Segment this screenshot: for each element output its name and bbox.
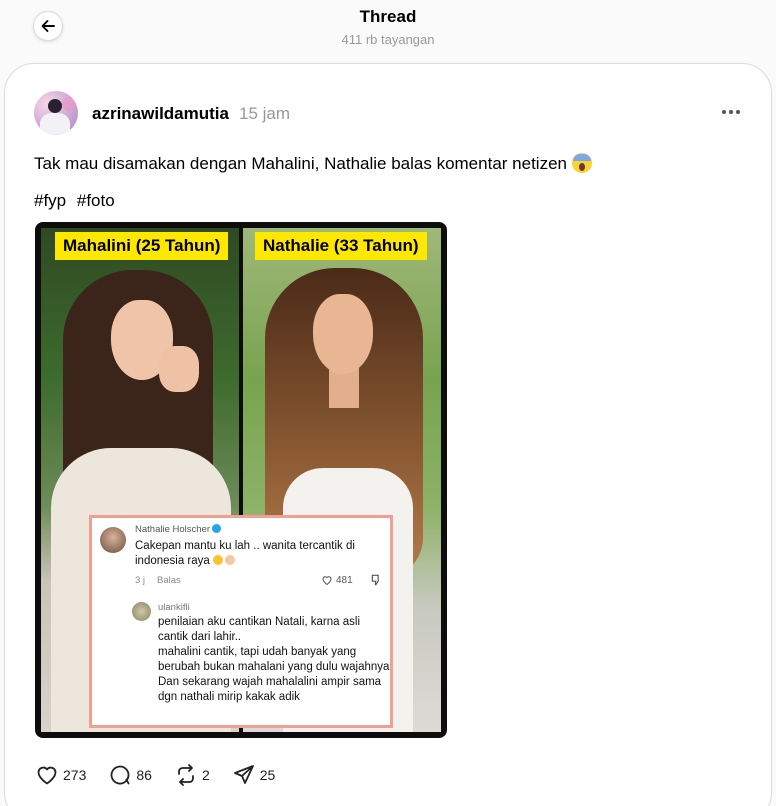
repost-button[interactable]: 2	[174, 763, 210, 787]
label-mahalini: Mahalini (25 Tahun)	[55, 232, 229, 260]
comment-button[interactable]: 86	[108, 763, 152, 787]
action-bar: 273 86 2 25	[35, 762, 297, 788]
heart-eyes-emoji-icon	[213, 555, 224, 565]
heart-outline-icon	[322, 576, 332, 586]
comment-screenshot: Nathalie Holscher Cakepan mantu ku lah .…	[89, 515, 393, 728]
share-button[interactable]: 25	[232, 763, 276, 787]
heart-icon	[37, 766, 57, 785]
share-count: 25	[259, 767, 276, 783]
top-bar: Thread 411 rb tayangan	[0, 0, 776, 60]
comment-likes: 481	[321, 574, 353, 586]
post-image[interactable]: Mahalini (25 Tahun) Nathalie (33 Tahun) …	[35, 222, 447, 738]
hashtags: #fyp #foto	[34, 191, 121, 211]
view-count: 411 rb tayangan	[341, 32, 435, 47]
repost-icon	[178, 764, 194, 786]
comment-text: Cakepan mantu ku lah .. wanita tercantik…	[135, 540, 355, 567]
send-icon	[233, 765, 254, 784]
reply-text: penilaian aku cantikan Natali, karna asl…	[158, 616, 390, 703]
caption-text: Tak mau disamakan dengan Mahalini, Natha…	[34, 154, 567, 173]
page-title: Thread	[359, 7, 417, 26]
commenter-name: Nathalie Holscher	[135, 524, 221, 535]
post-time: 15 jam	[239, 104, 291, 123]
dislike-icon	[371, 574, 379, 586]
avatar[interactable]	[34, 91, 78, 135]
comment-count: 86	[136, 767, 152, 783]
like-count: 273	[63, 767, 87, 783]
reply-name: ulankifli	[158, 602, 190, 613]
commenter-avatar	[100, 527, 126, 553]
post-caption: Tak mau disamakan dengan Mahalini, Natha…	[34, 153, 592, 174]
screaming-face-emoji-icon	[571, 153, 592, 173]
like-button[interactable]: 273	[35, 763, 86, 787]
post-card: azrinawildamutia 15 jam Tak mau disamaka…	[4, 63, 772, 806]
hashtag-foto[interactable]: #foto	[77, 191, 115, 210]
comment-meta: 3 j Balas	[135, 575, 181, 586]
heart-hands-emoji-icon	[225, 555, 236, 565]
username[interactable]: azrinawildamutia	[92, 104, 229, 124]
label-nathalie: Nathalie (33 Tahun)	[255, 232, 427, 260]
verified-badge-icon	[211, 524, 221, 533]
repost-count: 2	[201, 767, 210, 783]
comment-icon	[110, 765, 130, 785]
hashtag-fyp[interactable]: #fyp	[34, 191, 66, 210]
more-options-icon[interactable]	[717, 102, 745, 122]
reply-avatar	[132, 602, 151, 621]
